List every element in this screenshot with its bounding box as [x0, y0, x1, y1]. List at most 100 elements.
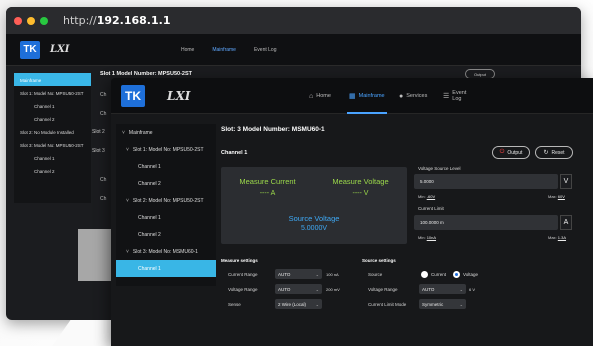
current-range-unit: 100 nA	[326, 272, 339, 277]
address-bar[interactable]: http://192.168.1.1	[63, 14, 170, 27]
measure-voltage-value: ---- V	[352, 190, 369, 197]
lxi-logo: LXI	[167, 88, 191, 103]
back-sidebar-item[interactable]: Channel 2	[14, 164, 91, 177]
lxi-logo: LXI	[50, 44, 70, 55]
sidebar-item-label: Slot 3: Model No: MSMU60-1	[132, 248, 198, 255]
app-header: TK LXI ⌂ Home ▦ Mainframe ● Services ☰ E…	[111, 78, 593, 114]
nav-home[interactable]: ⌂ Home	[309, 78, 331, 114]
measure-settings-title: Measure settings	[221, 258, 258, 263]
back-nav: Home Mainframe Event Log	[181, 47, 277, 53]
reset-icon: ↻	[543, 150, 549, 156]
sidebar-item-label: Slot 1: Model No: MPSU50-2ST	[132, 146, 204, 153]
back-fragment: Ch	[100, 92, 107, 98]
sidebar-item-slot1-channel-2[interactable]: Channel 2	[116, 175, 216, 192]
sidebar-item-slot-2[interactable]: ˅ Slot 2: Model No: MPSU50-2ST	[116, 192, 216, 209]
voltage-range-unit: 200 mV	[326, 287, 340, 292]
nav-mainframe-label: Mainframe	[358, 93, 385, 99]
sidebar-item-label: Mainframe	[128, 129, 153, 136]
source-settings-title: Source settings	[362, 258, 396, 263]
power-icon: ⏻	[499, 149, 505, 155]
sidebar-item-label: Channel 2	[138, 180, 161, 187]
sidebar: ˅ Mainframe ˅ Slot 1: Model No: MPSU50-2ST…	[116, 124, 216, 286]
back-nav-home[interactable]: Home	[181, 47, 194, 53]
nav-services-label: Services	[406, 93, 428, 99]
sidebar-item-label: Slot 2: Model No: MPSU50-2ST	[132, 197, 204, 204]
measurement-panel: Measure Current ---- A Measure Voltage -…	[221, 167, 407, 244]
back-nav-event-log[interactable]: Event Log	[254, 47, 277, 53]
current-limit-mode-select[interactable]: Symmetric ⌄	[419, 299, 466, 309]
chevron-down-icon: ⌄	[459, 286, 463, 292]
current-max: Max: 1.3A	[548, 235, 566, 240]
sidebar-item-label: Channel 1	[138, 214, 161, 221]
source-label: Source	[368, 272, 383, 277]
back-fragment: Ch	[100, 111, 107, 117]
sidebar-item-slot-3[interactable]: ˅ Slot 3: Model No: MSMU60-1	[116, 243, 216, 260]
source-voltage: Source Voltage 5.0000V	[221, 214, 407, 232]
current-limit-input[interactable]: 100.0000 m	[414, 215, 558, 230]
voltage-max-value: 60V	[557, 194, 565, 199]
back-sidebar-item[interactable]: Slot 3: Model No: MPSU50-2ST	[14, 138, 91, 151]
back-nav-mainframe[interactable]: Mainframe	[212, 47, 236, 53]
reset-button[interactable]: ↻ Reset	[535, 146, 573, 159]
current-range-select[interactable]: AUTO ⌄	[275, 269, 322, 279]
back-sidebar-item[interactable]: Slot 2: No Module Installed	[14, 125, 91, 138]
current-max-prefix: Max:	[548, 235, 557, 240]
back-sidebar-item[interactable]: Channel 2	[14, 112, 91, 125]
nav-event-log[interactable]: ☰ Event Log	[443, 78, 468, 114]
chevron-down-icon: ˅	[126, 248, 129, 255]
source-voltage-radio[interactable]	[453, 271, 460, 278]
current-limit-label: Current Limit	[418, 206, 444, 211]
back-sidebar-item[interactable]: Slot 1: Model No: MPSU50-2ST	[14, 86, 91, 99]
chevron-down-icon: ⌄	[315, 286, 319, 292]
sidebar-item-slot-1[interactable]: ˅ Slot 1: Model No: MPSU50-2ST	[116, 141, 216, 158]
nav-mainframe[interactable]: ▦ Mainframe	[347, 78, 387, 114]
sidebar-item-label: Channel 1	[138, 265, 161, 272]
voltage-source-level-label: Voltage Source Level	[418, 166, 461, 171]
back-slot-title: Slot 1 Model Number: MPSU50-2ST	[100, 71, 192, 77]
sense-select[interactable]: 2 Wire (Local) ⌄	[275, 299, 322, 309]
sidebar-item-slot3-channel-1[interactable]: Channel 1	[116, 260, 216, 277]
chevron-down-icon: ⌄	[315, 301, 319, 307]
back-app-header: TK LXI	[6, 34, 581, 66]
voltage-unit-box[interactable]: V	[560, 174, 572, 189]
chevron-down-icon: ⌄	[459, 301, 463, 307]
source-voltage-range-value: AUTO	[422, 286, 435, 292]
event-log-icon: ☰	[443, 93, 450, 100]
close-window-icon[interactable]	[14, 16, 22, 25]
output-button[interactable]: ⏻ Output	[492, 146, 530, 159]
current-limit-mode-value: Symmetric	[422, 301, 444, 307]
minimize-window-icon[interactable]	[27, 16, 35, 25]
nav-services[interactable]: ● Services	[399, 78, 427, 114]
sidebar-item-slot2-channel-1[interactable]: Channel 1	[116, 209, 216, 226]
voltage-min-prefix: Min:	[418, 194, 426, 199]
sidebar-item-slot1-channel-1[interactable]: Channel 1	[116, 158, 216, 175]
measure-current: Measure Current ---- A	[221, 177, 314, 197]
maximize-window-icon[interactable]	[40, 16, 48, 25]
services-icon: ●	[399, 92, 404, 100]
voltage-range-label: Voltage Range	[228, 287, 258, 292]
current-unit-box[interactable]: A	[560, 215, 572, 230]
home-icon: ⌂	[309, 92, 314, 100]
back-fragment: Ch	[100, 196, 107, 202]
current-min-prefix: Min:	[418, 235, 426, 240]
source-voltage-label: Voltage	[463, 272, 479, 277]
sidebar-item-slot2-channel-2[interactable]: Channel 2	[116, 226, 216, 243]
back-sidebar-item[interactable]: Channel 1	[14, 99, 91, 112]
measure-voltage-range-select[interactable]: AUTO ⌄	[275, 284, 322, 294]
reset-button-label: Reset	[551, 149, 565, 156]
voltage-source-level-input[interactable]: 5.0000	[414, 174, 558, 189]
source-current-radio[interactable]	[421, 271, 428, 278]
source-voltage-range-select[interactable]: AUTO ⌄	[419, 284, 466, 294]
sidebar-item-mainframe[interactable]: ˅ Mainframe	[116, 124, 216, 141]
back-sidebar-item[interactable]: Mainframe	[14, 73, 91, 86]
current-max-value: 1.3A	[557, 235, 567, 240]
current-range-label: Current Range	[228, 272, 258, 277]
measure-voltage-label: Measure Voltage	[332, 177, 389, 186]
sidebar-item-label: Channel 1	[138, 163, 161, 170]
back-fragment: Slot 3	[92, 148, 105, 154]
source-voltage-value: 5.0000V	[300, 225, 328, 232]
channel-title: Channel 1	[221, 150, 248, 156]
source-voltage-range-label: Voltage Range	[368, 287, 398, 292]
nav-home-label: Home	[316, 93, 331, 99]
back-sidebar-item[interactable]: Channel 1	[14, 151, 91, 164]
